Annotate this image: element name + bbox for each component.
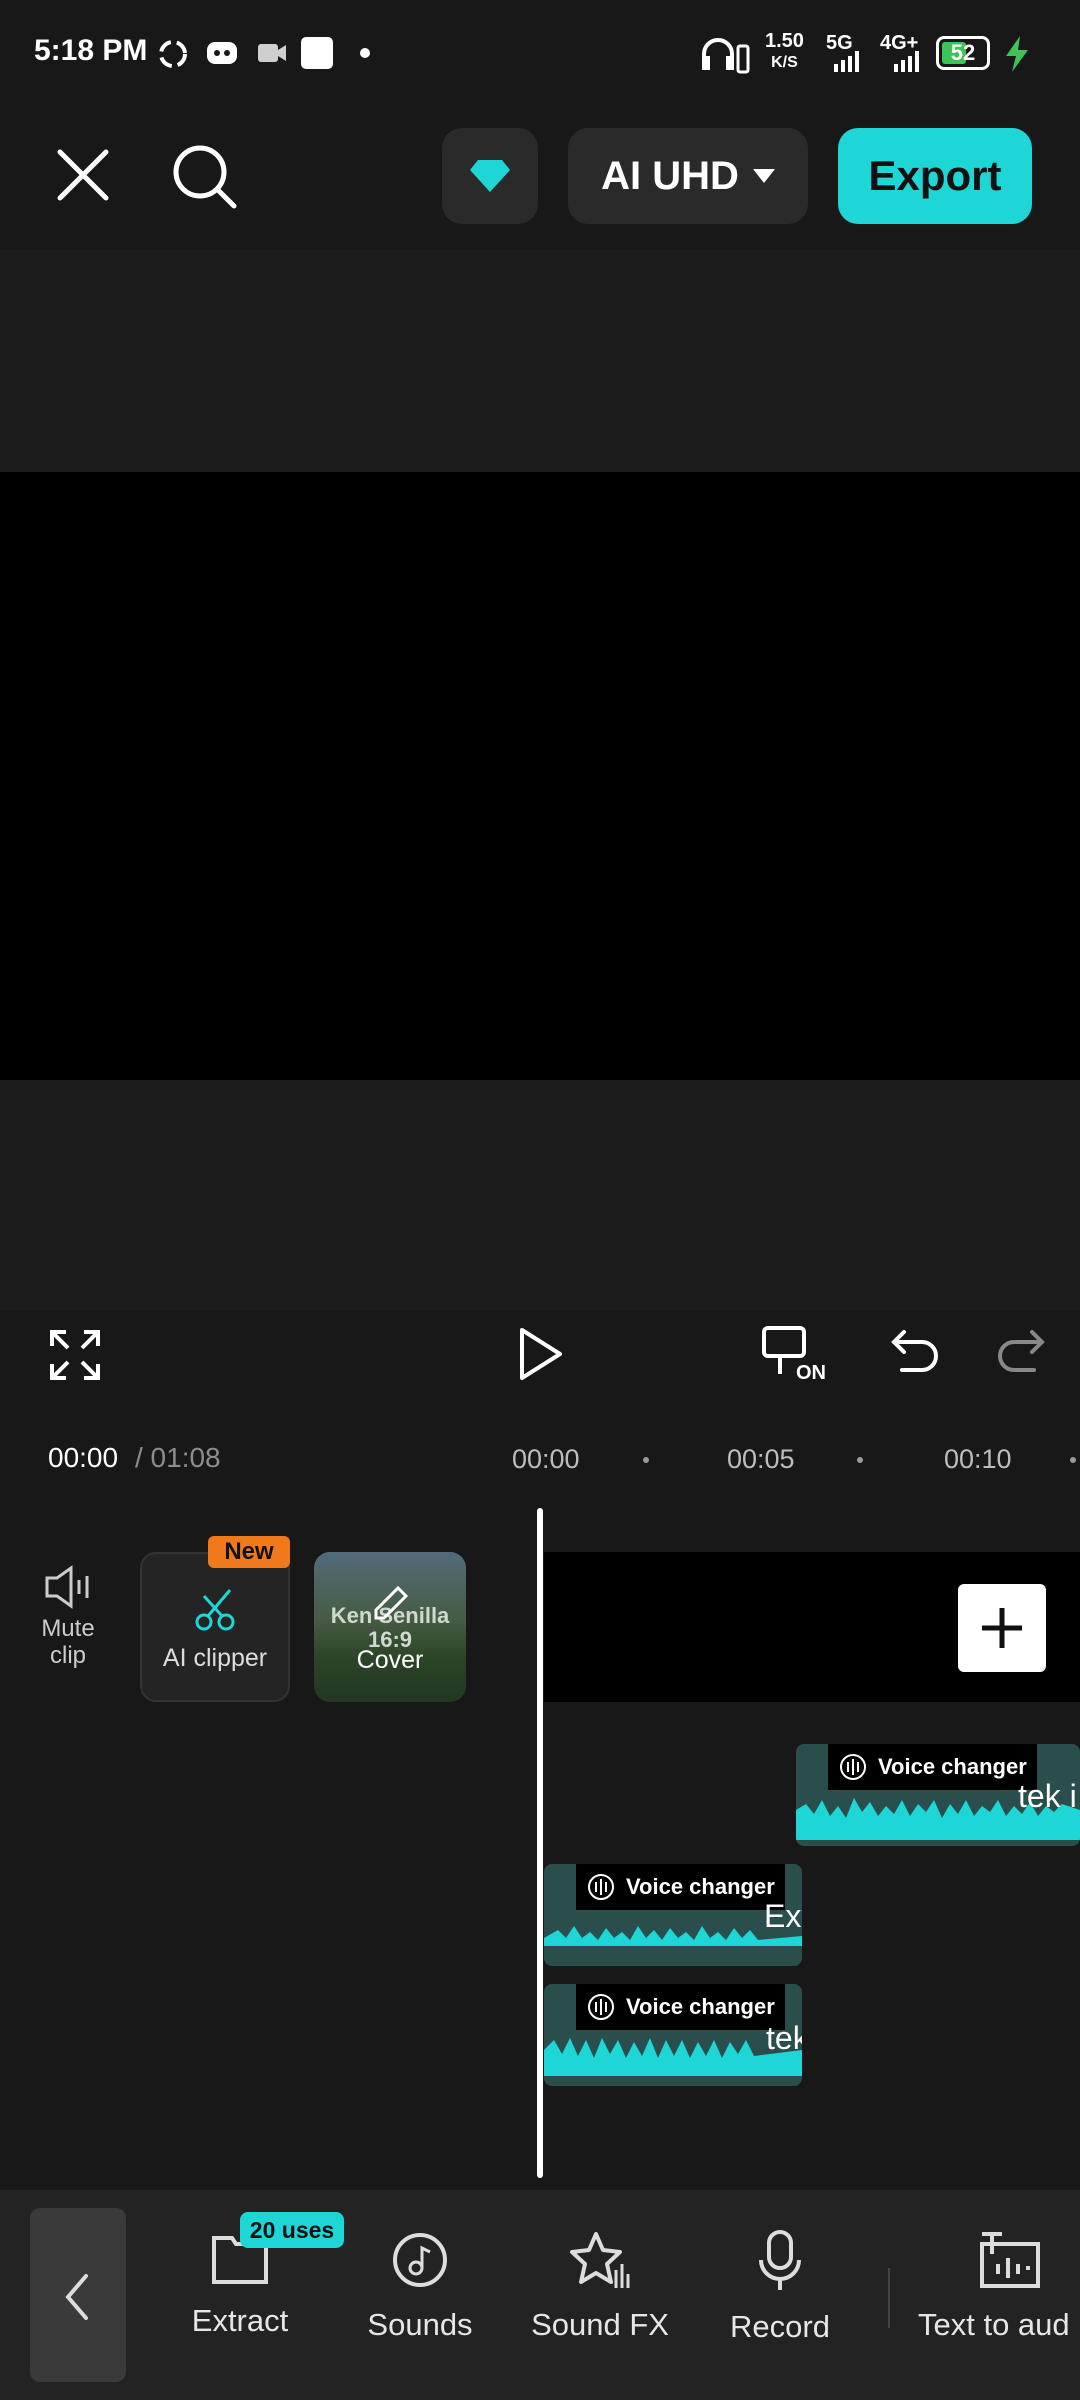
add-clip-button[interactable] [958, 1584, 1046, 1672]
voice-changer-icon [588, 1994, 614, 2020]
status-bar: 5:18 PM 1.50 K/S 5G 4G+ 52 [0, 0, 1080, 110]
sound-fx-icon [570, 2232, 630, 2288]
tool-label: Sounds [367, 2307, 473, 2342]
current-time: 00:00 [48, 1442, 119, 1473]
ruler-tick: 00:00 [512, 1444, 580, 1474]
status-time: 5:18 PM [34, 34, 148, 67]
preview-padding-bottom [0, 1080, 1080, 1310]
export-button[interactable]: Export [838, 128, 1032, 224]
ruler-dot [1070, 1457, 1076, 1463]
redo-icon[interactable] [996, 1328, 1046, 1378]
plus-icon [982, 1608, 1022, 1648]
uses-badge: 20 uses [240, 2212, 344, 2248]
resolution-label: AI UHD [601, 153, 739, 198]
voice-changer-label: Voice changer [828, 1744, 1037, 1790]
new-badge: New [208, 1536, 290, 1568]
ai-clipper-button[interactable]: AI clipper [140, 1552, 290, 1702]
voice-changer-label: Voice changer [576, 1984, 785, 2030]
back-button[interactable] [30, 2208, 126, 2382]
mute-label-2: clip [49, 1642, 86, 1669]
charging-bolt-icon [1006, 36, 1028, 72]
mute-clip-button[interactable]: Mute clip [28, 1564, 108, 1669]
signal-icon [834, 51, 859, 72]
undo-icon[interactable] [890, 1328, 940, 1378]
text-to-audio-icon [980, 2232, 1040, 2288]
cover-label: Cover [356, 1646, 424, 1674]
video-preview[interactable] [0, 472, 1080, 1080]
ai-clipper-label: AI clipper [162, 1644, 268, 1672]
toolbar-divider [888, 2268, 890, 2328]
pencil-icon [374, 1585, 409, 1620]
tool-label: Sound FX [531, 2307, 669, 2342]
headphones-battery-icon [702, 38, 750, 74]
resolution-dropdown[interactable]: AI UHD [568, 128, 808, 224]
sounds-icon [393, 2233, 447, 2287]
app-square-icon [301, 37, 333, 69]
premium-button[interactable] [442, 128, 538, 224]
video-camera-icon [258, 44, 286, 62]
chevron-left-icon [65, 2274, 88, 2320]
tool-text-to-audio[interactable]: Text to aud [918, 2230, 1080, 2343]
audio-clip[interactable]: Voice changer Ext [544, 1864, 802, 1966]
net-speed-unit: K/S [771, 54, 798, 71]
tool-label: Extract [191, 2303, 289, 2338]
voice-changer-text: Voice changer [878, 1754, 1027, 1779]
playhead[interactable] [537, 1508, 543, 2178]
signal-icon-2 [894, 51, 919, 72]
on-label: ON [796, 1362, 826, 1384]
sync-icon [159, 40, 187, 68]
close-icon[interactable] [54, 146, 114, 206]
speaker-icon [45, 1565, 89, 1609]
ai-scissors-icon [195, 1589, 235, 1631]
chevron-down-icon [752, 169, 775, 183]
fullscreen-icon[interactable] [50, 1330, 100, 1380]
net-speed-value: 1.50 [765, 30, 804, 52]
discord-icon [207, 42, 237, 64]
clip-trail-text: tek [766, 2020, 802, 2056]
tool-sound-fx[interactable]: Sound FX [528, 2230, 672, 2343]
search-icon[interactable] [170, 142, 240, 212]
microphone-icon [759, 2230, 801, 2290]
audio-clip[interactable]: Voice changer tek [544, 1984, 802, 2086]
preview-padding-top [0, 250, 1080, 472]
battery-icon: 52 [936, 36, 990, 70]
voice-changer-icon [588, 1874, 614, 1900]
export-label: Export [868, 152, 1002, 199]
tool-label: Text to aud [918, 2307, 1070, 2342]
ruler-tick: 00:05 [727, 1444, 795, 1474]
auto-sync-on-button[interactable]: ON [762, 1324, 832, 1386]
tool-record[interactable]: Record [708, 2230, 852, 2345]
net-speed: 1.50 K/S [765, 30, 804, 74]
voice-changer-icon [840, 1754, 866, 1780]
tool-sounds[interactable]: Sounds [348, 2230, 492, 2343]
notification-dot-icon [360, 48, 370, 58]
total-time: / 01:08 [135, 1442, 221, 1473]
voice-changer-text: Voice changer [626, 1874, 775, 1899]
diamond-icon [470, 160, 510, 192]
cover-button[interactable]: Ken Senilla 16:9 Cover [314, 1552, 466, 1702]
ruler-dot [643, 1457, 649, 1463]
voice-changer-label: Voice changer [576, 1864, 785, 1910]
tool-label: Record [730, 2309, 830, 2344]
mute-label-1: Mute [41, 1615, 95, 1642]
clip-trail-text: tek i [1018, 1778, 1077, 1814]
play-icon[interactable] [516, 1326, 566, 1382]
clip-trail-text: Ext [764, 1898, 802, 1934]
ruler-tick: 00:10 [944, 1444, 1012, 1474]
audio-clip[interactable]: Voice changer tek i [796, 1744, 1080, 1846]
ruler-dot [857, 1457, 863, 1463]
battery-level: 52 [950, 40, 976, 65]
voice-changer-text: Voice changer [626, 1994, 775, 2019]
